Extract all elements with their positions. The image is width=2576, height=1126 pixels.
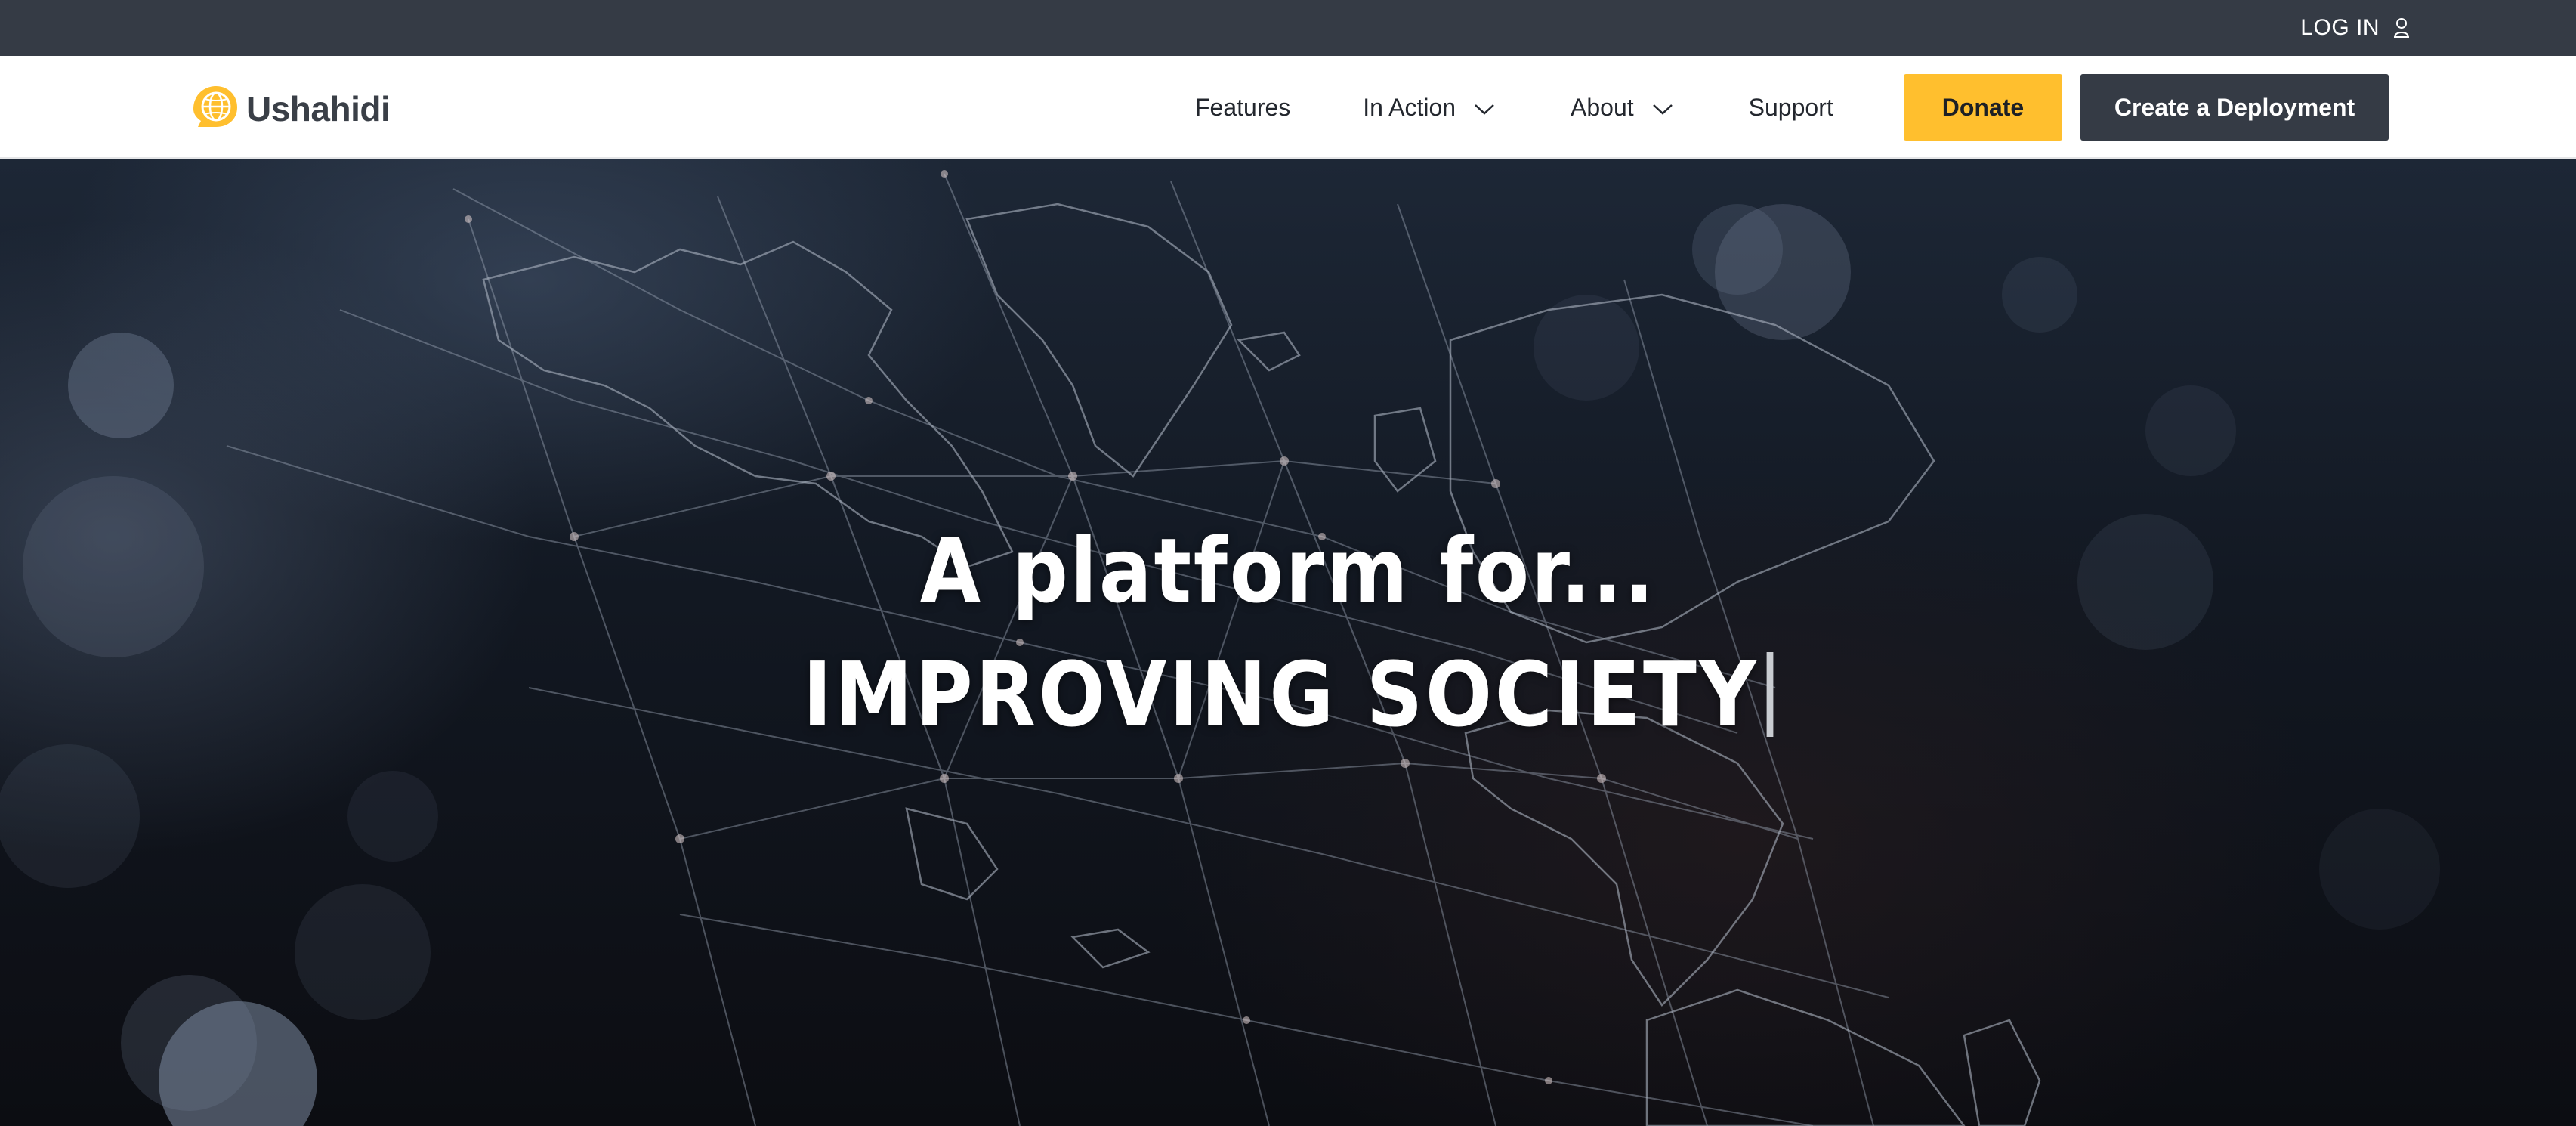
typing-cursor bbox=[1766, 652, 1774, 737]
create-deployment-button[interactable]: Create a Deployment bbox=[2080, 74, 2389, 141]
nav-item-label: In Action bbox=[1363, 93, 1456, 121]
hero-typing-line: IMPROVING SOCIETY bbox=[803, 638, 1774, 751]
brand-logo[interactable]: Ushahidi bbox=[187, 82, 391, 135]
nav-item-in-action[interactable]: In Action bbox=[1363, 94, 1495, 122]
nav-item-label: Support bbox=[1748, 93, 1833, 121]
hero-title: A platform for... bbox=[919, 518, 1657, 623]
hero-section: A platform for... IMPROVING SOCIETY bbox=[0, 159, 2576, 1126]
nav-item-label: About bbox=[1571, 93, 1634, 121]
login-label: LOG IN bbox=[2300, 15, 2380, 40]
globe-logo-icon bbox=[187, 82, 242, 135]
brand-name: Ushahidi bbox=[246, 88, 391, 128]
nav-item-about[interactable]: About bbox=[1571, 94, 1673, 122]
user-icon bbox=[2393, 17, 2410, 39]
hero-text-block: A platform for... IMPROVING SOCIETY bbox=[0, 514, 2576, 751]
chevron-down-icon bbox=[1652, 94, 1673, 122]
nav-item-label: Features bbox=[1195, 93, 1291, 121]
primary-nav: Features In Action About Support bbox=[1195, 56, 1833, 159]
chevron-down-icon bbox=[1474, 94, 1495, 122]
hero-subtitle: IMPROVING SOCIETY bbox=[802, 642, 1759, 747]
top-utility-bar: LOG IN bbox=[0, 0, 2576, 56]
nav-item-features[interactable]: Features bbox=[1195, 94, 1290, 122]
nav-item-support[interactable]: Support bbox=[1749, 94, 1833, 122]
login-link[interactable]: LOG IN bbox=[2300, 0, 2410, 56]
donate-button[interactable]: Donate bbox=[1904, 74, 2062, 141]
